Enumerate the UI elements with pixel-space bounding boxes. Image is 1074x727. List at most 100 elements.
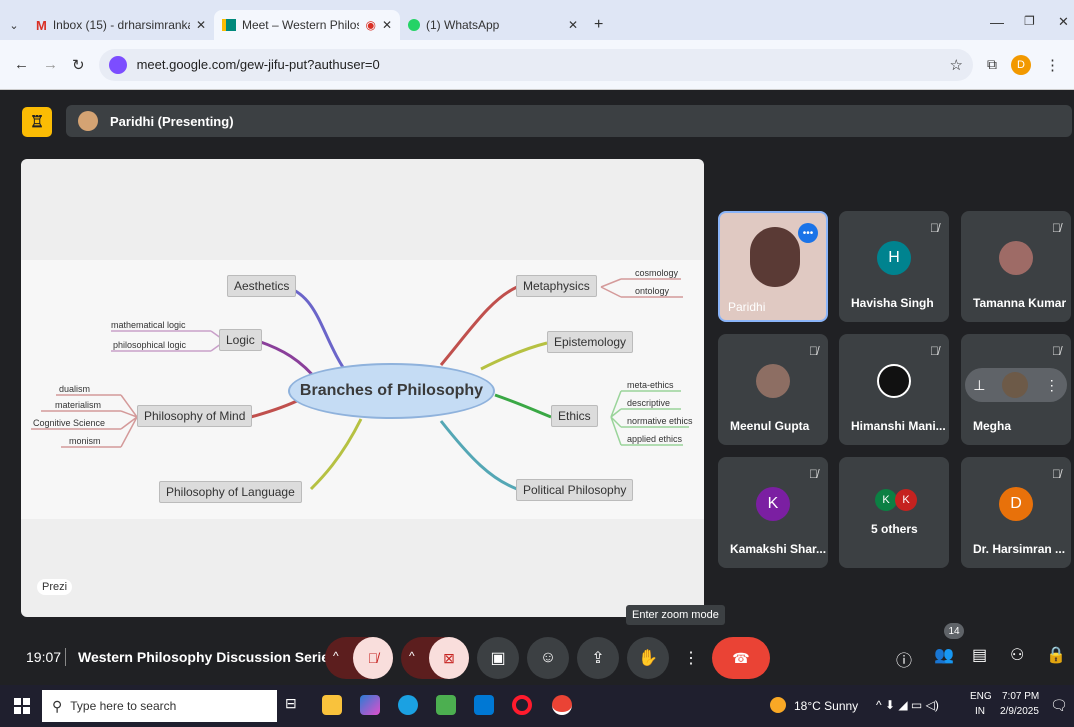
participant-tile-paridhi[interactable]: ••• Paridhi (718, 211, 828, 322)
leaf-mathematical-logic: mathematical logic (111, 320, 186, 330)
participant-name: Megha (973, 419, 1012, 433)
people-icon[interactable]: 👥 (934, 645, 954, 665)
meeting-details-icon[interactable]: ⓘ (896, 647, 912, 671)
clock-date[interactable]: 2/9/2025 (1000, 706, 1039, 717)
tab-gmail[interactable]: M Inbox (15) - drharsimrankaurph ✕ (28, 10, 214, 40)
tab-list-chevron-icon[interactable]: ⌄ (0, 10, 28, 40)
back-icon[interactable]: ← (14, 56, 29, 73)
close-icon[interactable]: ✕ (568, 18, 578, 32)
mic-off-icon: 🎙̸ (930, 221, 939, 235)
windows-taskbar: ⚲ Type here to search ⊟ 18°C Sunny ^ ⬇ ◢… (0, 685, 1074, 727)
leaf-cognitive-science: Cognitive Science (33, 418, 106, 428)
more-options-button[interactable]: ⋮ (677, 637, 705, 679)
meeting-info-icon[interactable]: ♖ (22, 107, 52, 137)
raise-hand-button[interactable]: ✋ (627, 637, 669, 679)
participant-tile-himanshi[interactable]: 🎙̸ Himanshi Mani... (839, 334, 949, 445)
participant-tile-havisha[interactable]: 🎙̸ H Havisha Singh (839, 211, 949, 322)
bookmark-star-icon[interactable]: ☆ (950, 56, 963, 74)
participant-tile-kamakshi[interactable]: 🎙̸ K Kamakshi Shar... (718, 457, 828, 568)
reload-icon[interactable]: ↻ (72, 56, 85, 74)
edge-icon[interactable] (398, 695, 418, 715)
store-icon[interactable] (436, 695, 456, 715)
site-info-icon[interactable] (108, 55, 127, 74)
more-options-icon[interactable]: ⋮ (1045, 377, 1059, 394)
opera-icon[interactable] (512, 695, 532, 715)
extensions-icon[interactable]: ⧉ (987, 56, 997, 73)
participant-tile-meenul[interactable]: 🎙̸ Meenul Gupta (718, 334, 828, 445)
participant-tile-megha[interactable]: 🎙̸ ⊥ ⋮ Megha (961, 334, 1071, 445)
camera-control-group: ^ ⊠ (401, 637, 469, 679)
mic-off-icon: 🎙̸ (809, 344, 818, 358)
leave-call-button[interactable]: ☎ (712, 637, 770, 679)
participant-name: Himanshi Mani... (851, 419, 946, 433)
prezi-logo: Prezi (37, 579, 73, 595)
meeting-title: Western Philosophy Discussion Series (78, 649, 337, 665)
meet-window: ♖ Paridhi (Presenting) Aesthetics Logic … (0, 91, 1074, 685)
mic-off-button[interactable]: 🎙̸ (353, 637, 393, 679)
participant-avatar: D (999, 487, 1033, 521)
region-label: IN (975, 706, 985, 717)
window-close-icon[interactable]: ✕ (1058, 14, 1069, 30)
activities-icon[interactable]: ⚇ (1010, 645, 1024, 665)
new-tab-icon[interactable]: + (586, 10, 611, 40)
meeting-time: 19:07 (26, 649, 62, 665)
participant-tile-others[interactable]: K K 5 others (839, 457, 949, 568)
windows-start-icon[interactable] (14, 698, 30, 714)
outlook-icon[interactable] (474, 695, 494, 715)
language-label[interactable]: ENG (970, 691, 992, 702)
pin-icon[interactable]: ⊥ (973, 377, 985, 394)
participant-video (750, 227, 800, 287)
minimize-icon[interactable]: — (990, 14, 1004, 30)
presentation-slide: Aesthetics Logic Philosophy of Mind Phil… (21, 159, 704, 617)
mic-control-group: ^ 🎙̸ (325, 637, 393, 679)
host-controls-icon[interactable]: 🔒 (1046, 645, 1066, 665)
participant-tile-tamanna[interactable]: 🎙̸ Tamanna Kumar (961, 211, 1071, 322)
tab-label: Meet – Western Philosophy (241, 18, 360, 32)
participant-tile-harsimran[interactable]: 🎙̸ D Dr. Harsimran ... (961, 457, 1071, 568)
branch-ethics: Ethics (551, 405, 598, 427)
address-bar: ← → ↻ meet.google.com/gew-jifu-put?authu… (0, 40, 1074, 90)
mindmap-center: Branches of Philosophy (288, 363, 495, 419)
notification-icon[interactable]: 🗨 (1050, 697, 1068, 714)
task-view-icon[interactable]: ⊟ (285, 695, 297, 712)
file-explorer-icon[interactable] (322, 695, 342, 715)
tray-icons[interactable]: ^ ⬇ ◢ ▭ ◁) (876, 698, 939, 712)
url-field[interactable]: meet.google.com/gew-jifu-put?authuser=0 … (98, 48, 973, 81)
gmail-icon: M (36, 17, 47, 33)
chat-icon[interactable]: ▤ (972, 645, 987, 665)
forward-icon[interactable]: → (43, 56, 58, 73)
camera-options-chevron-icon[interactable]: ^ (409, 649, 415, 663)
camera-off-button[interactable]: ⊠ (429, 637, 469, 679)
url-text: meet.google.com/gew-jifu-put?authuser=0 (136, 57, 380, 72)
leaf-monism: monism (69, 436, 101, 446)
tile-hover-controls: ⊥ ⋮ (965, 368, 1067, 402)
more-options-icon[interactable]: ••• (798, 223, 818, 243)
browser-menu-icon[interactable]: ⋮ (1045, 56, 1060, 74)
emoji-button[interactable]: ☺ (527, 637, 569, 679)
participant-name: Tamanna Kumar (973, 296, 1067, 310)
leaf-meta-ethics: meta-ethics (627, 380, 674, 390)
leaf-philosophical-logic: philosophical logic (113, 340, 187, 350)
whatsapp-icon (408, 19, 420, 31)
close-icon[interactable]: ✕ (196, 18, 206, 32)
profile-avatar[interactable]: D (1011, 54, 1031, 75)
zoom-tooltip: Enter zoom mode (626, 605, 725, 625)
taskbar-search[interactable]: ⚲ Type here to search (42, 690, 277, 722)
participant-count-badge: 14 (944, 623, 964, 639)
close-icon[interactable]: ✕ (382, 18, 392, 32)
leaf-ontology: ontology (635, 286, 670, 296)
participant-name: 5 others (871, 522, 918, 536)
copilot-icon[interactable] (360, 695, 380, 715)
tab-meet[interactable]: Meet – Western Philosophy ◉ ✕ (214, 10, 400, 40)
tab-whatsapp[interactable]: (1) WhatsApp ✕ (400, 10, 586, 40)
meet-icon (222, 19, 236, 31)
chrome-icon[interactable] (552, 695, 572, 715)
present-button[interactable]: ⇪ (577, 637, 619, 679)
clock-time[interactable]: 7:07 PM (1002, 691, 1039, 702)
captions-button[interactable]: ▣ (477, 637, 519, 679)
restore-icon[interactable]: ❐ (1024, 14, 1035, 28)
weather-text: 18°C Sunny (794, 699, 859, 713)
leaf-applied-ethics: applied ethics (627, 434, 683, 444)
meet-control-bar: 19:07 Western Philosophy Discussion Seri… (0, 623, 1074, 685)
mic-options-chevron-icon[interactable]: ^ (333, 649, 339, 663)
